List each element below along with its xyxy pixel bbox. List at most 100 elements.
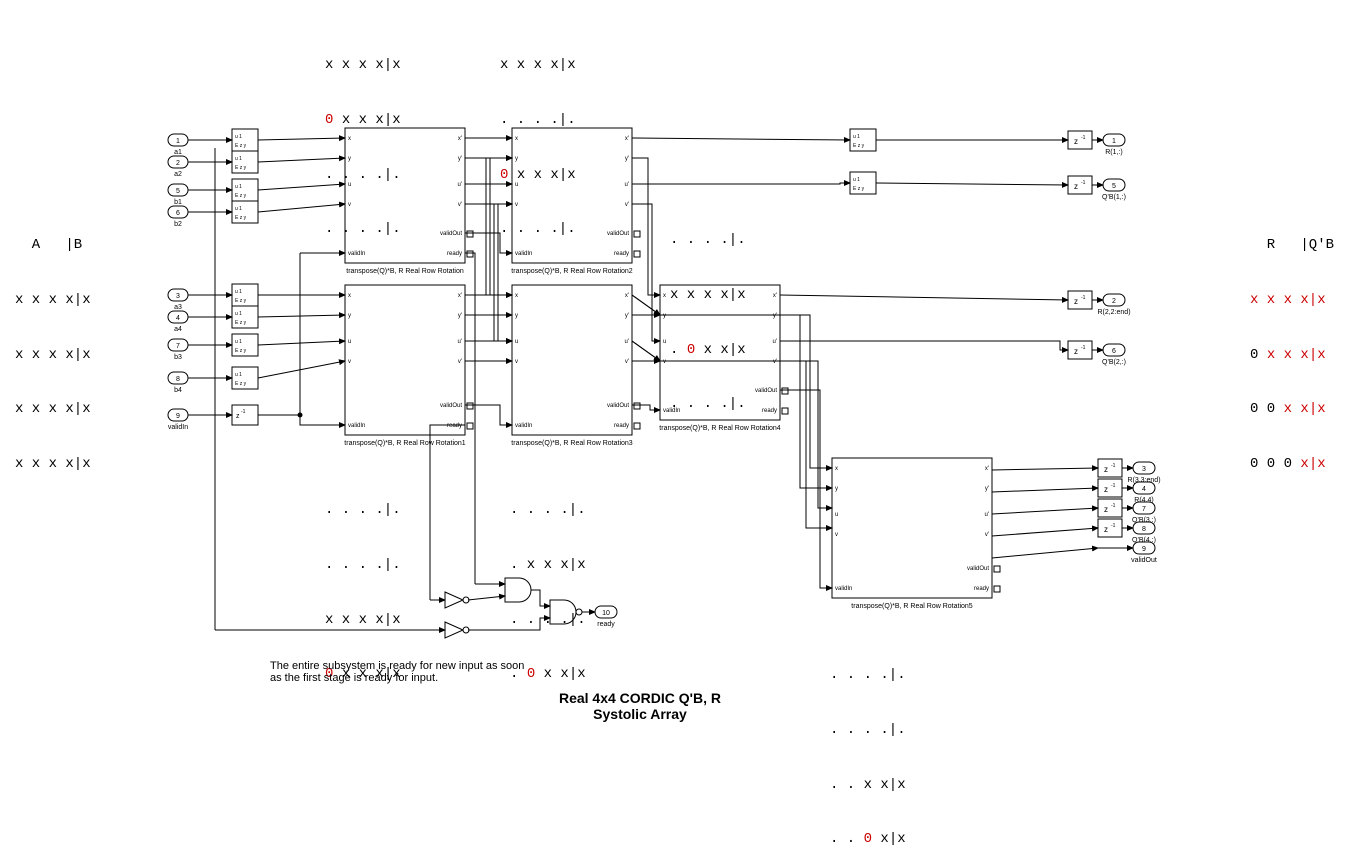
svg-text:E z y: E z y <box>235 143 247 149</box>
svg-text:u 1: u 1 <box>235 206 242 212</box>
svg-text:4: 4 <box>176 315 180 322</box>
svg-text:a3: a3 <box>174 304 182 311</box>
svg-text:Q'B(2,:): Q'B(2,:) <box>1102 359 1126 366</box>
svg-text:z: z <box>1074 137 1078 146</box>
svg-text:3: 3 <box>176 293 180 300</box>
svg-text:transpose(Q)*B, R Real Row Rot: transpose(Q)*B, R Real Row Rotation5 <box>851 603 972 610</box>
svg-text:v: v <box>348 359 351 365</box>
svg-text:v: v <box>515 359 518 365</box>
svg-text:validOut: validOut <box>440 403 462 409</box>
svg-text:u 1: u 1 <box>235 311 242 317</box>
svg-text:x': x' <box>458 293 462 299</box>
svg-text:b3: b3 <box>174 354 182 361</box>
diagram-title: Real 4x4 CORDIC Q'B, R Systolic Array <box>530 690 750 722</box>
svg-text:validOut: validOut <box>755 388 777 394</box>
svg-text:u 1: u 1 <box>235 372 242 378</box>
svg-text:z: z <box>1104 465 1108 474</box>
svg-text:x: x <box>348 293 351 299</box>
svg-text:z: z <box>1104 525 1108 534</box>
svg-text:6: 6 <box>176 210 180 217</box>
svg-text:a2: a2 <box>174 171 182 178</box>
svg-text:y': y' <box>458 156 462 162</box>
svg-text:validIn: validIn <box>515 423 532 429</box>
svg-text:u: u <box>835 512 838 518</box>
svg-text:E z y: E z y <box>235 298 247 304</box>
svg-text:3: 3 <box>1142 466 1146 473</box>
svg-text:u: u <box>515 339 518 345</box>
svg-text:y': y' <box>625 156 629 162</box>
svg-text:u': u' <box>985 512 989 518</box>
svg-text:validIn: validIn <box>835 586 852 592</box>
svg-text:u 1: u 1 <box>235 134 242 140</box>
svg-text:x': x' <box>458 136 462 142</box>
svg-text:x: x <box>663 293 666 299</box>
svg-text:9: 9 <box>1142 546 1146 553</box>
svg-text:validOut: validOut <box>967 566 989 572</box>
svg-text:u': u' <box>625 339 629 345</box>
svg-text:u 1: u 1 <box>853 134 860 140</box>
svg-text:u': u' <box>773 339 777 345</box>
svg-text:v': v' <box>773 359 777 365</box>
svg-text:transpose(Q)*B, R Real Row Rot: transpose(Q)*B, R Real Row Rotation3 <box>511 440 632 447</box>
svg-text:8: 8 <box>1142 526 1146 533</box>
svg-text:ready: ready <box>597 621 615 628</box>
svg-text:-1: -1 <box>1111 523 1116 529</box>
svg-text:5: 5 <box>1112 183 1116 190</box>
svg-text:z: z <box>236 413 240 420</box>
svg-text:Q'B(1,:): Q'B(1,:) <box>1102 194 1126 201</box>
svg-text:E z y: E z y <box>235 165 247 171</box>
svg-text:9: 9 <box>176 413 180 420</box>
svg-text:b1: b1 <box>174 199 182 206</box>
svg-text:validOut: validOut <box>440 231 462 237</box>
svg-text:8: 8 <box>176 376 180 383</box>
svg-text:-1: -1 <box>1111 503 1116 509</box>
svg-text:z: z <box>1074 347 1078 356</box>
svg-text:E z y: E z y <box>235 348 247 354</box>
svg-text:validOut: validOut <box>1131 557 1157 564</box>
svg-text:y: y <box>663 313 666 319</box>
svg-text:v': v' <box>458 359 462 365</box>
svg-text:10: 10 <box>602 610 610 617</box>
svg-text:validOut: validOut <box>607 403 629 409</box>
svg-text:y': y' <box>625 313 629 319</box>
svg-text:u: u <box>663 339 666 345</box>
svg-text:y: y <box>835 486 838 492</box>
svg-text:z: z <box>1104 505 1108 514</box>
svg-text:validOut: validOut <box>607 231 629 237</box>
matrix-mid: . . . .|. x x x x|x . 0 x x|x . . . .|. <box>670 195 746 431</box>
svg-text:ready: ready <box>974 586 989 592</box>
svg-text:2: 2 <box>1112 298 1116 305</box>
svg-text:u 1: u 1 <box>853 177 860 183</box>
svg-text:x': x' <box>625 293 629 299</box>
svg-text:y: y <box>348 313 351 319</box>
svg-text:y': y' <box>985 486 989 492</box>
svg-text:a1: a1 <box>174 149 182 156</box>
svg-text:E z y: E z y <box>235 320 247 326</box>
svg-text:a4: a4 <box>174 326 182 333</box>
svg-text:E z y: E z y <box>235 215 247 221</box>
svg-text:x': x' <box>625 136 629 142</box>
note-text: The entire subsystem is ready for new in… <box>270 660 524 684</box>
svg-text:transpose(Q)*B, R Real Row Rot: transpose(Q)*B, R Real Row Rotation2 <box>511 268 632 275</box>
svg-text:u 1: u 1 <box>235 184 242 190</box>
svg-text:v: v <box>835 532 838 538</box>
svg-text:validIn: validIn <box>348 423 365 429</box>
svg-text:u 1: u 1 <box>235 156 242 162</box>
svg-text:R(1,:): R(1,:) <box>1105 149 1123 156</box>
matrix-top-1: x x x x|x 0 x x x|x . . . .|. . . . .|. <box>325 20 401 256</box>
svg-text:y: y <box>515 313 518 319</box>
svg-text:v: v <box>663 359 666 365</box>
svg-text:ready: ready <box>614 423 629 429</box>
svg-text:z: z <box>1104 485 1108 494</box>
svg-text:transpose(Q)*B, R Real Row Rot: transpose(Q)*B, R Real Row Rotation <box>346 268 464 275</box>
svg-text:x: x <box>515 293 518 299</box>
svg-text:4: 4 <box>1142 486 1146 493</box>
svg-text:-1: -1 <box>1111 483 1116 489</box>
svg-text:u 1: u 1 <box>235 289 242 295</box>
svg-text:u: u <box>348 339 351 345</box>
svg-text:1: 1 <box>176 138 180 145</box>
svg-text:z: z <box>1074 297 1078 306</box>
svg-text:b2: b2 <box>174 221 182 228</box>
svg-text:v': v' <box>625 359 629 365</box>
svg-text:E z y: E z y <box>235 381 247 387</box>
